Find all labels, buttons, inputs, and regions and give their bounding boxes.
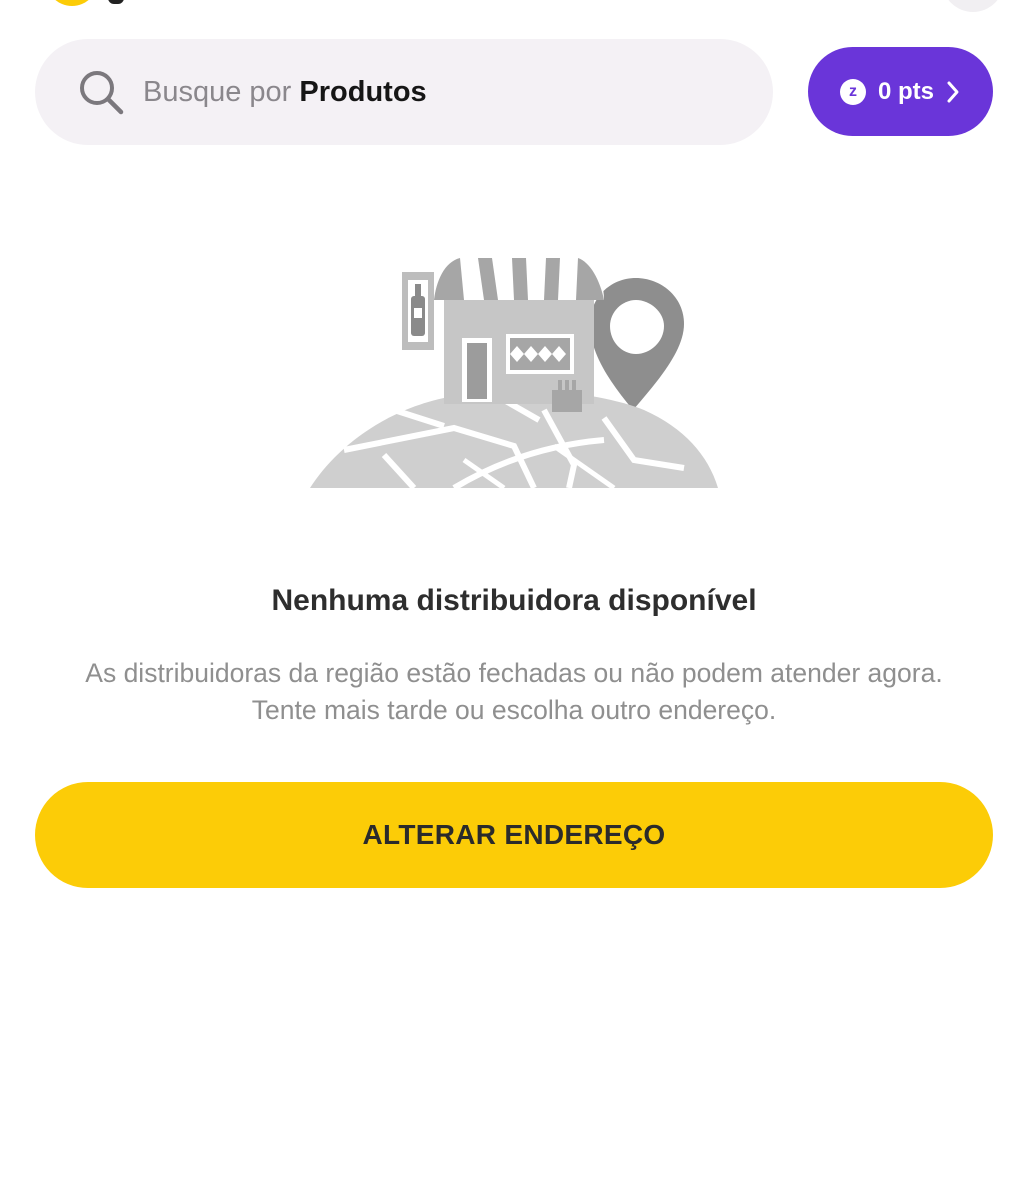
map-ground <box>310 390 718 491</box>
profile-button[interactable] <box>942 0 1004 12</box>
closed-store-map-illustration <box>304 250 724 495</box>
empty-state-line-2: Tente mais tarde ou escolha outro endere… <box>251 695 777 725</box>
search-highlight: Produtos <box>299 75 427 108</box>
bottle-sign-icon <box>402 272 434 350</box>
ze-coin-icon: z <box>840 78 866 105</box>
search-bar[interactable]: Busque por Produtos <box>35 39 773 145</box>
search-prefix: Busque por <box>143 75 292 108</box>
empty-state-line-1: As distribuidoras da região estão fechad… <box>85 658 943 688</box>
map-pin-icon <box>590 278 684 410</box>
search-placeholder: Busque por Produtos <box>143 76 427 109</box>
points-button[interactable]: z 0 pts <box>808 47 993 136</box>
store-awning <box>434 258 604 300</box>
store-building <box>444 300 594 412</box>
points-label: 0 pts <box>878 77 935 105</box>
empty-state-description: As distribuidoras da região estão fechad… <box>20 655 1008 729</box>
location-pin-icon <box>108 0 124 4</box>
chevron-right-icon <box>946 80 960 104</box>
empty-state-title: Nenhuma distribuidora disponível <box>271 584 757 617</box>
search-icon <box>77 68 125 116</box>
change-address-button[interactable]: ALTERAR ENDEREÇO <box>35 782 993 888</box>
ze-logo-icon[interactable] <box>46 0 98 6</box>
app-screen: Busque por Produtos z 0 pts Nenhuma dist… <box>0 0 1028 1200</box>
